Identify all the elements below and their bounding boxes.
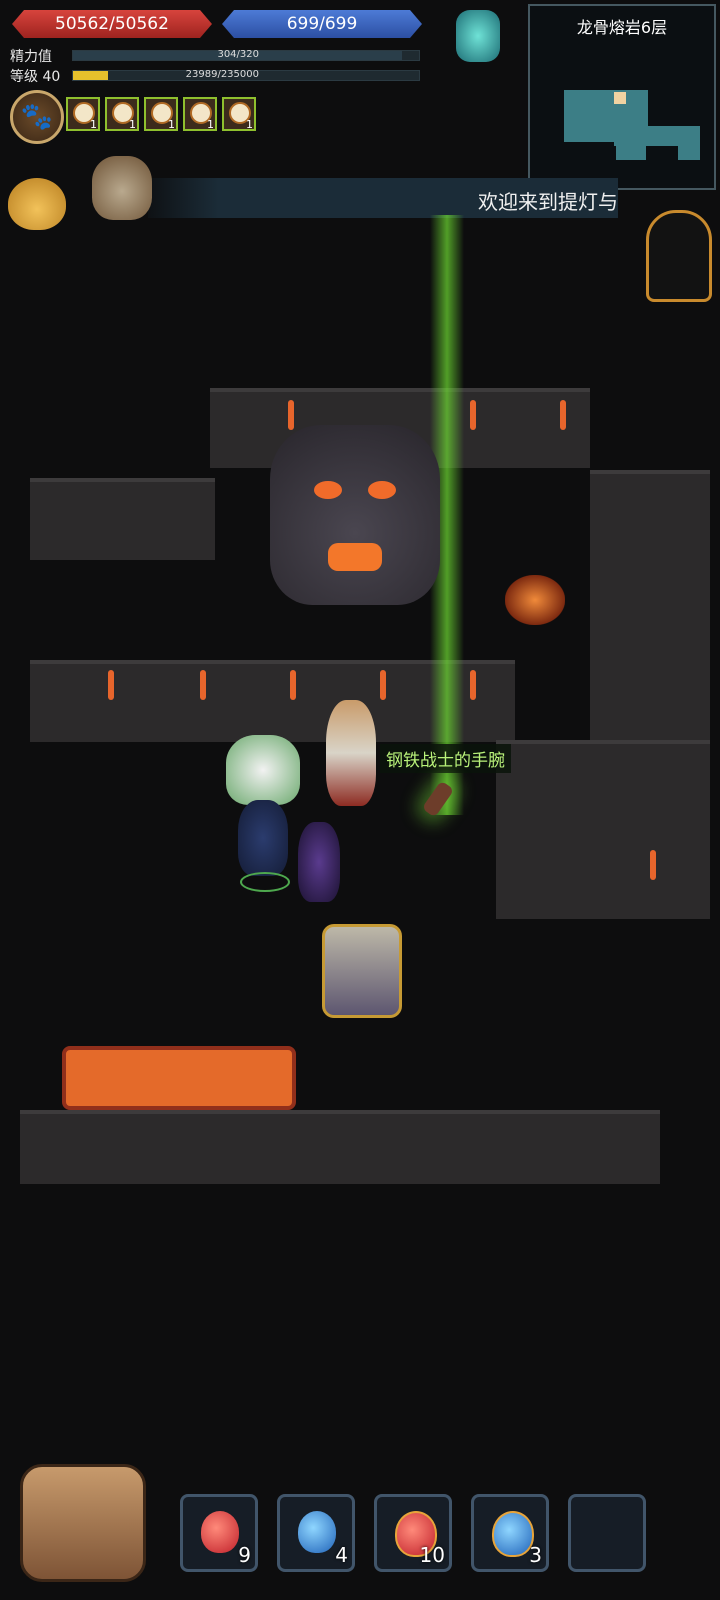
paw-icon: 🐾 [20,102,54,132]
lava-vein [200,670,206,700]
selection-ring [240,872,290,892]
lava-vein [560,400,566,430]
hero-staff-mage[interactable] [326,700,376,806]
potion-slot[interactable]: 9 [180,1494,258,1572]
potion-count: 10 [419,1543,445,1567]
empty-slot[interactable] [568,1494,646,1572]
hp-bar: 50562/50562 [12,10,212,38]
energy-value: 304/320 [217,49,259,60]
cave-wall-right [590,470,710,744]
inventory-bag-button[interactable] [20,1464,146,1582]
cave-wall-left [30,478,215,560]
potion-slot[interactable]: 3 [471,1494,549,1572]
buff-slot[interactable]: 1 [222,97,256,131]
lava-pool [62,1046,296,1110]
golem-eye [368,481,396,499]
buff-count: 1 [90,118,97,131]
minimap-rooms [564,90,700,160]
mp-bar: 699/699 [222,10,422,38]
ornate-chest[interactable] [322,924,402,1018]
exp-value: 23989/235000 [185,69,259,80]
dropped-item-label[interactable]: 钢铁战士的手腕 [380,744,511,773]
frog-icon[interactable] [8,178,66,230]
welcome-banner: 欢迎来到提灯与 [148,178,618,218]
hp-value: 50562/50562 [55,14,169,34]
potion-count: 3 [529,1543,542,1567]
energy-bar: 304/320 [72,49,420,61]
lava-crack [505,575,565,625]
mp-value: 699/699 [286,14,358,34]
hero-blue-hood[interactable] [238,800,288,876]
welcome-text: 欢迎来到提灯与 [478,190,618,214]
potion-count: 9 [238,1543,251,1567]
large-blue-potion-icon [492,1511,534,1557]
potion-count: 4 [335,1543,348,1567]
hero-dark-knight[interactable] [298,822,340,902]
lava-vein [470,670,476,700]
potion-slot[interactable]: 4 [277,1494,355,1572]
exp-fill [73,71,108,80]
exp-bar: 23989/235000 [72,69,420,81]
blue-potion-icon [298,1511,336,1553]
lava-vein [380,670,386,700]
lava-golem-boss[interactable] [270,425,440,605]
cave-wall-right-lower [496,740,710,919]
buff-slot[interactable]: 1 [144,97,178,131]
potion-slot[interactable]: 10 [374,1494,452,1572]
portal-crystal-icon[interactable] [456,10,500,62]
lava-vein [650,850,656,880]
level-label: 等级 40 [10,69,61,85]
owl-icon[interactable] [92,156,152,220]
golem-mouth [328,543,382,571]
buff-slot[interactable]: 1 [66,97,100,131]
minimap[interactable]: 龙骨熔岩6层 [528,4,716,190]
buff-slot[interactable]: 1 [183,97,217,131]
lava-vein [470,400,476,430]
lava-vein [288,400,294,430]
mirror-icon[interactable] [646,210,712,302]
energy-label: 精力值 [10,49,52,65]
lava-vein [108,670,114,700]
golem-eye [314,481,342,499]
buff-count: 1 [168,118,175,131]
lava-vein [290,670,296,700]
pet-paw-button[interactable]: 🐾 [10,90,64,144]
buff-count: 1 [207,118,214,131]
buff-count: 1 [129,118,136,131]
buff-slot[interactable]: 1 [105,97,139,131]
hero-white-haired[interactable] [226,735,300,805]
red-potion-icon [201,1511,239,1553]
buff-count: 1 [246,118,253,131]
cave-wall-bottom [20,1110,660,1184]
